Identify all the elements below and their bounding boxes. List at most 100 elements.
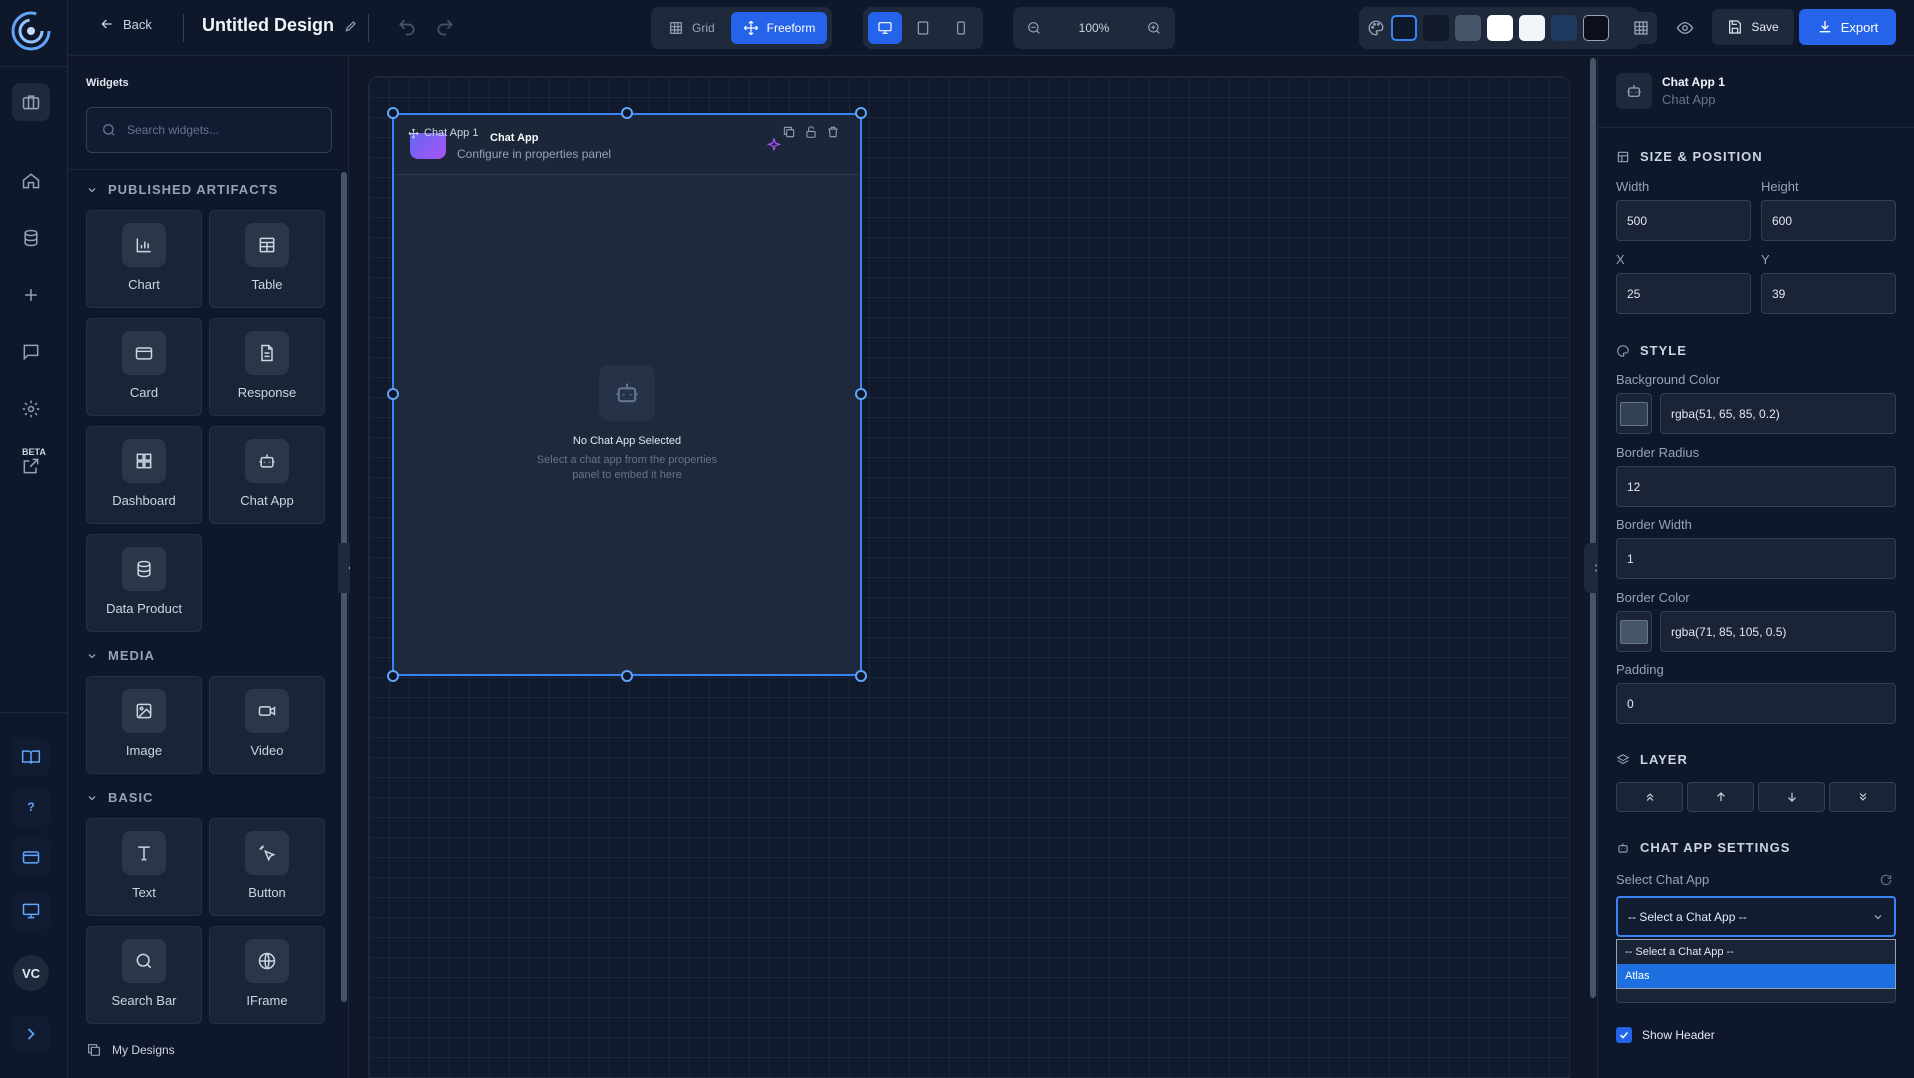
send-backward-button[interactable] <box>1758 782 1825 812</box>
zoom-in-button[interactable] <box>1138 12 1170 44</box>
widget-tile-text[interactable]: Text <box>86 818 202 916</box>
rail-expand-button[interactable] <box>12 1015 50 1053</box>
widget-tile-dashboard[interactable]: Dashboard <box>86 426 202 524</box>
widget-search[interactable] <box>86 107 332 153</box>
undo-icon[interactable] <box>397 17 417 37</box>
width-field[interactable] <box>1616 200 1751 241</box>
widget-tile-chart[interactable]: Chart <box>86 210 202 308</box>
widget-tile-search-bar[interactable]: Search Bar <box>86 926 202 1024</box>
preview-button[interactable] <box>1669 12 1701 44</box>
x-input[interactable] <box>1627 286 1750 301</box>
bring-to-front-button[interactable] <box>1616 782 1683 812</box>
back-button[interactable]: Back <box>99 16 152 32</box>
resize-handle-n[interactable] <box>621 107 633 119</box>
resize-handle-s[interactable] <box>621 670 633 682</box>
widget-tile-image[interactable]: Image <box>86 676 202 774</box>
border-radius-input[interactable] <box>1627 479 1895 494</box>
padding-field[interactable] <box>1616 683 1896 724</box>
user-avatar[interactable]: VC <box>13 955 49 991</box>
y-input[interactable] <box>1772 286 1895 301</box>
widget-tile-card[interactable]: Card <box>86 318 202 416</box>
height-input[interactable] <box>1772 213 1895 228</box>
border-width-input[interactable] <box>1627 551 1895 566</box>
rail-settings-button[interactable] <box>12 390 50 428</box>
section-media[interactable]: MEDIA <box>86 648 155 663</box>
resize-handle-nw[interactable] <box>387 107 399 119</box>
bg-color-swatch[interactable] <box>1616 393 1652 434</box>
widget-tile-data-product[interactable]: Data Product <box>86 534 202 632</box>
border-width-field[interactable] <box>1616 538 1896 579</box>
design-title[interactable]: Untitled Design <box>202 15 358 36</box>
duplicate-icon[interactable] <box>782 125 796 139</box>
border-color-field[interactable] <box>1660 611 1896 652</box>
rail-add-button[interactable] <box>12 276 50 314</box>
rail-briefcase-button[interactable] <box>12 83 50 121</box>
resize-handle-w[interactable] <box>387 388 399 400</box>
theme-swatch[interactable] <box>1583 15 1609 41</box>
canvas-scrollbar[interactable] <box>1590 58 1596 998</box>
tablet-view-button[interactable] <box>906 12 940 44</box>
rail-external-button[interactable] <box>12 447 50 485</box>
rail-docs-button[interactable] <box>12 738 50 776</box>
bg-color-input[interactable] <box>1671 406 1895 421</box>
save-button[interactable]: Save <box>1712 9 1794 45</box>
width-input[interactable] <box>1627 213 1750 228</box>
resize-handle-ne[interactable] <box>855 107 867 119</box>
rail-home-button[interactable] <box>12 162 50 200</box>
section-basic[interactable]: BASIC <box>86 790 153 805</box>
theme-swatch[interactable] <box>1519 15 1545 41</box>
my-designs-link[interactable]: My Designs <box>86 1042 175 1058</box>
rail-monitor-button[interactable] <box>12 892 50 930</box>
bring-forward-button[interactable] <box>1687 782 1754 812</box>
section-published-artifacts[interactable]: PUBLISHED ARTIFACTS <box>86 182 278 197</box>
border-radius-field[interactable] <box>1616 466 1896 507</box>
sparkles-icon[interactable] <box>766 137 782 153</box>
trash-icon[interactable] <box>826 125 840 139</box>
border-color-input[interactable] <box>1671 624 1895 639</box>
send-to-back-button[interactable] <box>1829 782 1896 812</box>
desktop-view-button[interactable] <box>868 12 902 44</box>
export-button[interactable]: Export <box>1799 9 1896 45</box>
widget-drag-tag[interactable]: Chat App 1 <box>408 127 478 139</box>
border-color-swatch[interactable] <box>1616 611 1652 652</box>
widget-tile-response[interactable]: Response <box>209 318 325 416</box>
widget-tile-chat-app[interactable]: Chat App <box>209 426 325 524</box>
bg-color-field[interactable] <box>1660 393 1896 434</box>
padding-input[interactable] <box>1627 696 1895 711</box>
show-header-checkbox[interactable]: Show Header <box>1616 1027 1715 1043</box>
resize-handle-sw[interactable] <box>387 670 399 682</box>
rail-database-button[interactable] <box>12 219 50 257</box>
resize-handle-se[interactable] <box>855 670 867 682</box>
widget-tile-button[interactable]: Button <box>209 818 325 916</box>
zoom-out-button[interactable] <box>1018 12 1050 44</box>
redo-icon[interactable] <box>435 17 455 37</box>
theme-swatch[interactable] <box>1423 15 1449 41</box>
theme-swatch[interactable] <box>1391 15 1417 41</box>
x-field[interactable] <box>1616 273 1751 314</box>
grid-toggle-button[interactable] <box>1625 12 1657 44</box>
rail-chat-button[interactable] <box>12 333 50 371</box>
height-field[interactable] <box>1761 200 1896 241</box>
resize-handle-e[interactable] <box>855 388 867 400</box>
chat-app-widget[interactable]: Chat App 1 Chat App Configure in propert… <box>392 113 862 676</box>
search-input[interactable] <box>127 123 317 137</box>
rail-card-button[interactable] <box>12 838 50 876</box>
app-logo[interactable] <box>10 10 52 52</box>
checkbox-checked[interactable] <box>1616 1027 1632 1043</box>
theme-swatch[interactable] <box>1551 15 1577 41</box>
unlock-icon[interactable] <box>804 125 818 139</box>
dropdown-option[interactable]: Atlas <box>1617 964 1895 988</box>
freeform-mode-button[interactable]: Freeform <box>730 12 828 44</box>
mobile-view-button[interactable] <box>944 12 978 44</box>
theme-swatch[interactable] <box>1487 15 1513 41</box>
refresh-icon[interactable] <box>1879 873 1893 887</box>
grid-mode-button[interactable]: Grid <box>656 12 727 44</box>
theme-swatch[interactable] <box>1455 15 1481 41</box>
dropdown-option[interactable]: -- Select a Chat App -- <box>1617 940 1895 964</box>
widget-tile-video[interactable]: Video <box>209 676 325 774</box>
y-field[interactable] <box>1761 273 1896 314</box>
pencil-icon[interactable] <box>344 19 358 33</box>
chat-app-select[interactable]: -- Select a Chat App -- <box>1616 896 1896 937</box>
widget-tile-table[interactable]: Table <box>209 210 325 308</box>
widget-tile-iframe[interactable]: IFrame <box>209 926 325 1024</box>
